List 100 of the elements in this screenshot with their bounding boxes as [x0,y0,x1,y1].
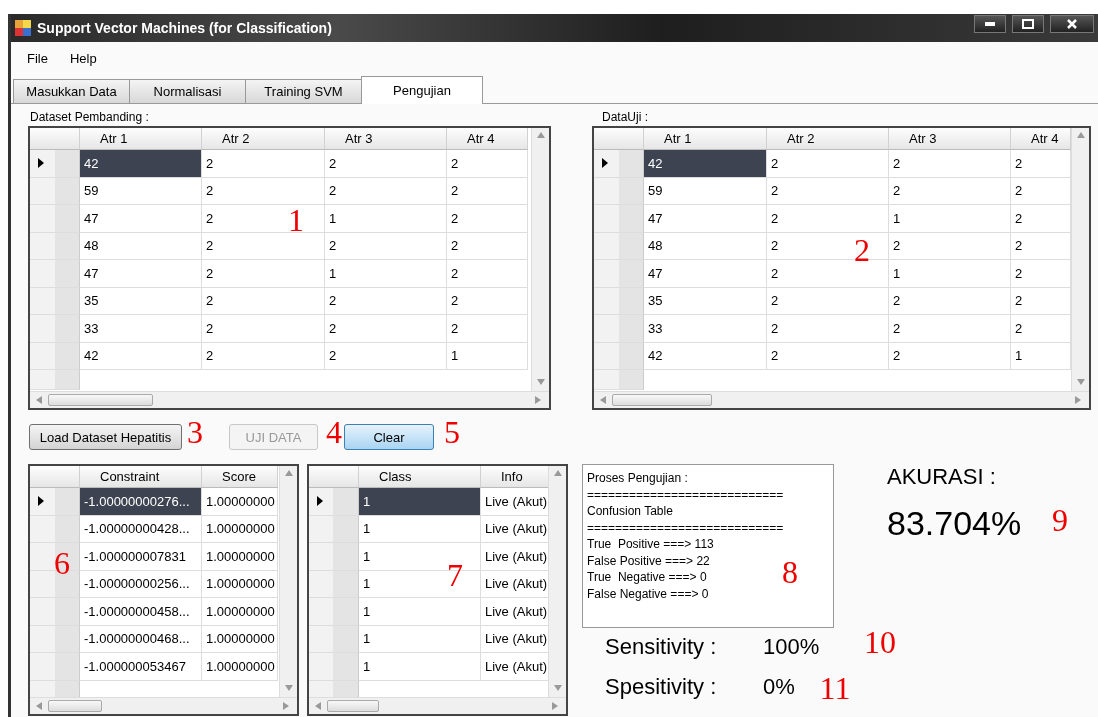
minimize-button[interactable] [974,15,1006,33]
column-header[interactable]: Info [481,466,548,488]
scrollbar-thumb[interactable] [48,700,102,712]
table-cell: 1 [889,205,1011,233]
scroll-down-arrow-icon[interactable] [553,685,562,693]
scrollbar-thumb[interactable] [612,394,712,406]
table-cell: 2 [1011,150,1071,178]
result-line: ============================ [587,486,784,503]
close-icon [1067,19,1077,29]
table-cell: 2 [767,342,889,370]
column-header[interactable]: Atr 1 [80,128,202,150]
scroll-up-arrow-icon[interactable] [1076,132,1085,140]
result-line: Confusion Table [587,503,673,520]
table-cell: 1.00000000 [202,598,278,626]
vertical-scrollbar[interactable] [279,466,297,697]
scroll-left-arrow-icon[interactable] [315,702,323,710]
table-cell: 2 [202,260,325,288]
grid-label: DataUji : [601,110,649,126]
table-cell: 42 [644,150,767,178]
table-cell: 2 [447,260,528,288]
table-cell: 47 [644,260,767,288]
table-cell: 2 [202,232,325,260]
annotation-number: 3 [187,413,203,451]
table-cell: 2 [202,177,325,205]
minimize-icon [985,22,995,26]
table-cell: 48 [644,232,767,260]
table-cell: 42 [80,342,202,370]
row-header[interactable] [309,488,359,516]
column-header[interactable]: Atr 1 [644,128,767,150]
table-cell: 2 [202,315,325,343]
data-grid[interactable] [28,464,299,716]
accuracy-label: AKURASI : [887,464,997,490]
scroll-left-arrow-icon[interactable] [36,396,44,404]
result-line: False Positive ===> 22 [587,552,710,569]
column-header[interactable]: Atr 4 [447,128,528,150]
action-button[interactable]: Clear [344,424,434,450]
scroll-up-arrow-icon[interactable] [553,470,562,478]
scroll-left-arrow-icon[interactable] [600,396,608,404]
table-cell: 2 [767,150,889,178]
tab[interactable]: Masukkan Data [13,79,130,103]
annotation-number: 11 [819,669,851,707]
scroll-right-arrow-icon[interactable] [552,702,560,710]
table-cell: 2 [1011,177,1071,205]
column-header[interactable]: Atr 4 [1011,128,1071,150]
tab[interactable]: Normalisasi [129,79,246,103]
table-cell: 2 [767,177,889,205]
scrollbar-thumb[interactable] [327,700,379,712]
vertical-scrollbar[interactable] [531,128,549,391]
row-header[interactable] [30,488,80,516]
table-cell: 2 [447,232,528,260]
table-cell: 2 [202,287,325,315]
horizontal-scrollbar[interactable] [30,391,549,408]
row-header[interactable] [30,150,80,178]
vertical-scrollbar[interactable] [1071,128,1089,391]
column-header[interactable]: Atr 3 [889,128,1011,150]
scroll-left-arrow-icon[interactable] [36,702,44,710]
column-header[interactable]: Class [359,466,481,488]
menu-item[interactable]: File [27,50,48,66]
scroll-up-arrow-icon[interactable] [536,132,545,140]
scroll-down-arrow-icon[interactable] [1076,379,1085,387]
tab[interactable]: Training SVM [245,79,362,103]
maximize-icon [1022,19,1034,29]
scroll-down-arrow-icon[interactable] [284,685,293,693]
table-cell: 2 [202,150,325,178]
row-pointer-icon [317,496,323,507]
table-cell: 2 [202,342,325,370]
table-cell: 1 [359,598,481,626]
column-header[interactable]: Atr 2 [202,128,325,150]
column-header[interactable]: Atr 3 [325,128,447,150]
column-header[interactable]: Constraint [80,466,202,488]
scroll-right-arrow-icon[interactable] [283,702,291,710]
column-header[interactable]: Score [202,466,278,488]
table-cell: 2 [767,287,889,315]
close-button[interactable] [1050,15,1094,33]
column-header[interactable]: Atr 2 [767,128,889,150]
row-header[interactable] [594,150,644,178]
table-cell: 1 [359,625,481,653]
table-cell: 47 [80,205,202,233]
scrollbar-thumb[interactable] [48,394,153,406]
horizontal-scrollbar[interactable] [30,697,297,714]
scroll-right-arrow-icon[interactable] [1075,396,1083,404]
action-button[interactable]: Load Dataset Hepatitis [29,424,182,450]
scroll-up-arrow-icon[interactable] [284,470,293,478]
vertical-scrollbar[interactable] [548,466,566,697]
metric-label: Sensitivity : [605,634,718,660]
maximize-button[interactable] [1012,15,1044,33]
table-cell: 1.00000000 [202,543,278,571]
tab[interactable]: Pengujian [361,76,483,104]
table-cell: -1.00000000458... [80,598,202,626]
scroll-down-arrow-icon[interactable] [536,379,545,387]
table-cell: 1.00000000 [202,570,278,598]
table-cell: 2 [889,342,1011,370]
table-cell: 1 [325,260,447,288]
result-line: Proses Pengujian : [587,470,688,487]
menu-item[interactable]: Help [69,50,97,66]
scroll-right-arrow-icon[interactable] [535,396,543,404]
horizontal-scrollbar[interactable] [594,391,1089,408]
table-cell: 1 [889,260,1011,288]
horizontal-scrollbar[interactable] [309,697,566,714]
table-cell: 35 [80,287,202,315]
